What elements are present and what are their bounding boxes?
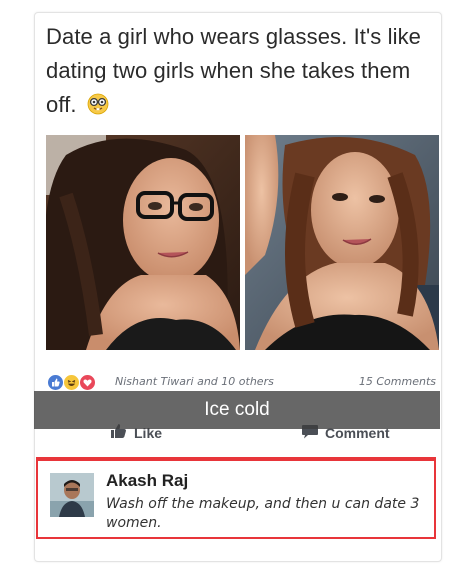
screenshot-canvas: Date a girl who wears glasses. It's like… (0, 0, 474, 579)
caption-overlay: Ice cold (34, 391, 440, 429)
photo-with-glasses[interactable] (46, 135, 240, 350)
comment-text: Wash off the makeup, and then u can date… (106, 496, 420, 531)
like-reaction-icon (48, 374, 63, 390)
nerd-face-icon (87, 91, 109, 115)
reaction-icons[interactable] (48, 373, 96, 391)
commenter-name[interactable]: Akash Raj (106, 471, 188, 491)
caption-text: Ice cold (204, 399, 270, 420)
reactors-text[interactable]: Nishant Tiwari and 10 others (115, 375, 274, 388)
photo-without-glasses[interactable] (245, 135, 439, 350)
avatar[interactable] (50, 473, 94, 517)
love-reaction-icon (80, 374, 95, 390)
highlighted-comment: Akash Raj Wash off the makeup, and then … (36, 457, 436, 539)
post-text-block: Date a girl who wears glasses. It's like… (46, 20, 431, 122)
comments-count[interactable]: 15 Comments (359, 375, 436, 388)
haha-reaction-icon (64, 374, 79, 390)
